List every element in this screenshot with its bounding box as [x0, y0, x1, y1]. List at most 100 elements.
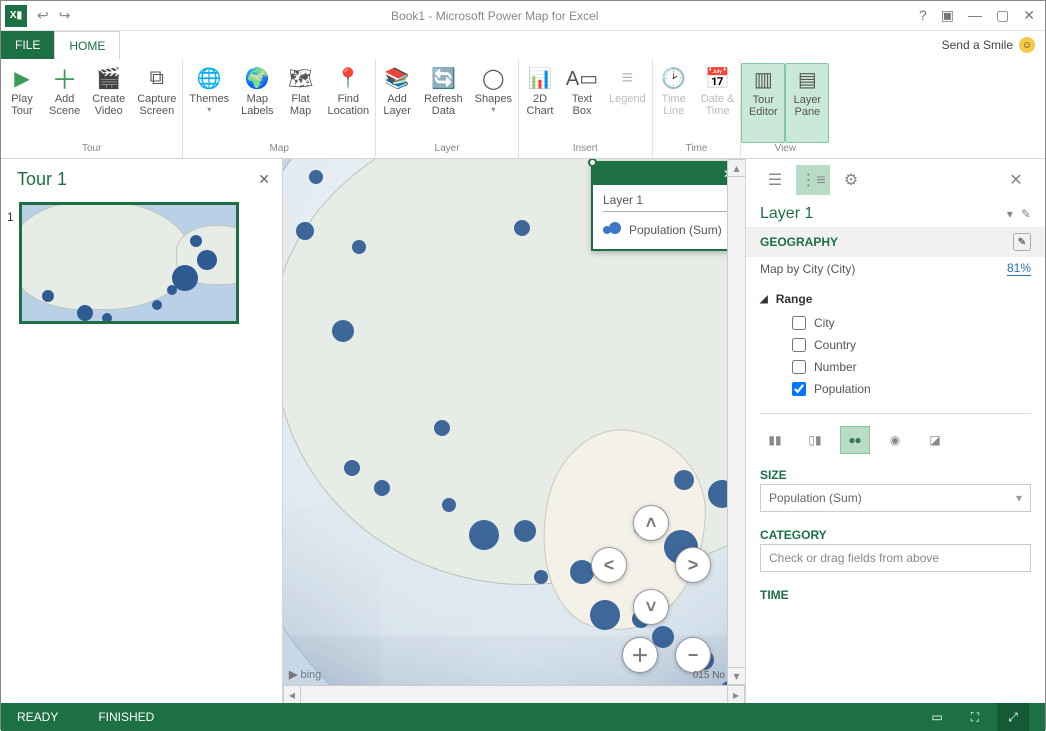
- chevron-down-icon: ▾: [1016, 491, 1022, 505]
- tour-pane-close-icon[interactable]: ✕: [258, 171, 270, 188]
- redo-icon[interactable]: ↪: [59, 7, 71, 24]
- ribbon: ▶Play Tour ＋Add Scene 🎬Create Video ⧉Cap…: [1, 59, 1045, 159]
- group-label-view: View: [775, 143, 797, 156]
- chart-type-region[interactable]: ◪: [920, 426, 950, 454]
- find-location-button[interactable]: 📍Find Location: [322, 63, 376, 143]
- flat-map-button[interactable]: 🗺Flat Map: [280, 63, 322, 143]
- tour-title: Tour 1: [17, 169, 258, 190]
- main-area: Tour 1 ✕ 1: [1, 159, 1045, 703]
- close-icon[interactable]: ✕: [1023, 7, 1035, 24]
- field-city-checkbox[interactable]: [792, 316, 806, 330]
- chart-type-bubble[interactable]: ⦁⦁: [840, 426, 870, 454]
- status-view-full[interactable]: ⤢: [997, 703, 1029, 731]
- add-layer-button[interactable]: 📚Add Layer: [376, 63, 418, 143]
- field-country[interactable]: Country: [776, 334, 1031, 356]
- layer-pane-close-icon[interactable]: ✕: [999, 165, 1033, 195]
- maximize-icon[interactable]: ▢: [996, 7, 1009, 24]
- add-scene-button[interactable]: ＋Add Scene: [43, 63, 86, 143]
- excel-app-icon: X▮: [5, 5, 27, 27]
- layer-dropdown-icon[interactable]: ▾: [1007, 207, 1013, 221]
- layer-pane-tabs: ☰ ⋮≡ ⚙ ✕: [746, 159, 1045, 201]
- nav-down-button[interactable]: ˅: [633, 589, 669, 625]
- map-horizontal-scrollbar[interactable]: ◂ ▸: [283, 685, 745, 703]
- title-bar: X▮ ↩ ↪ Book1 - Microsoft Power Map for E…: [1, 1, 1045, 31]
- splitter[interactable]: [746, 406, 1045, 420]
- range-heading[interactable]: ◢Range: [760, 292, 1031, 306]
- scroll-left-icon[interactable]: ◂: [283, 686, 301, 703]
- scroll-right-icon[interactable]: ▸: [727, 686, 745, 703]
- tour-editor-button[interactable]: ▥Tour Editor: [741, 63, 785, 143]
- text-box-button[interactable]: A▭Text Box: [561, 63, 603, 143]
- field-list: ◢Range City Country Number Population: [746, 286, 1045, 406]
- geo-match-percent[interactable]: 81%: [1007, 261, 1031, 276]
- edit-geography-icon[interactable]: ✎: [1013, 233, 1031, 251]
- smile-icon: ☺: [1019, 37, 1035, 53]
- 2d-chart-button[interactable]: 📊2D Chart: [519, 63, 561, 143]
- layer-edit-icon[interactable]: ✎: [1021, 207, 1031, 221]
- size-field-dropdown[interactable]: Population (Sum) ▾: [760, 484, 1031, 512]
- status-view-fit[interactable]: ⛶: [959, 703, 991, 731]
- scene-thumbnail[interactable]: 1: [19, 202, 276, 324]
- send-a-smile[interactable]: Send a Smile ☺: [932, 31, 1045, 59]
- zoom-in-button[interactable]: ＋: [622, 637, 658, 673]
- legend-bubble-icon: [603, 222, 621, 237]
- field-number-checkbox[interactable]: [792, 360, 806, 374]
- layer-pane: ☰ ⋮≡ ⚙ ✕ Layer 1 ▾ ✎ GEOGRAPHY ✎ Map by …: [745, 159, 1045, 703]
- create-video-button[interactable]: 🎬Create Video: [86, 63, 131, 143]
- tour-editor-pane: Tour 1 ✕ 1: [1, 159, 283, 703]
- map-labels-button[interactable]: 🌍Map Labels: [235, 63, 279, 143]
- chart-type-selector: ▮▮ ▯▮ ⦁⦁ ◉ ◪: [746, 420, 1045, 460]
- field-population[interactable]: Population: [776, 378, 1031, 400]
- nav-up-button[interactable]: ˄: [633, 505, 669, 541]
- tab-file[interactable]: FILE: [1, 31, 54, 59]
- chart-type-heatmap[interactable]: ◉: [880, 426, 910, 454]
- status-ready: READY: [17, 710, 58, 724]
- field-number[interactable]: Number: [776, 356, 1031, 378]
- map-vertical-scrollbar[interactable]: ▴ ▾: [727, 159, 745, 685]
- status-view-normal[interactable]: ▭: [921, 703, 953, 731]
- capture-screen-button[interactable]: ⧉Capture Screen: [131, 63, 182, 143]
- field-country-checkbox[interactable]: [792, 338, 806, 352]
- ribbon-group-time: 🕑Time Line 📅Date & Time Time: [653, 59, 742, 158]
- group-label-map: Map: [270, 143, 289, 156]
- nav-right-button[interactable]: ˃: [675, 547, 711, 583]
- time-line-button: 🕑Time Line: [653, 63, 695, 143]
- scroll-down-icon[interactable]: ▾: [728, 667, 745, 685]
- category-dropzone[interactable]: Check or drag fields from above: [760, 544, 1031, 572]
- chart-type-clustered-column[interactable]: ▯▮: [800, 426, 830, 454]
- field-city[interactable]: City: [776, 312, 1031, 334]
- layer-name: Layer 1: [760, 205, 999, 223]
- layer-pane-tab-layers[interactable]: ☰: [758, 165, 792, 195]
- tab-home[interactable]: HOME: [54, 31, 120, 59]
- collapse-icon[interactable]: ◢: [760, 294, 768, 305]
- ribbon-options-icon[interactable]: ▣: [941, 7, 954, 24]
- layer-pane-button[interactable]: ▤Layer Pane: [785, 63, 829, 143]
- map-copyright: 015 No: [693, 670, 725, 681]
- zoom-out-button[interactable]: −: [675, 637, 711, 673]
- help-icon[interactable]: ?: [919, 7, 927, 24]
- scene-number: 1: [7, 210, 14, 224]
- shapes-button[interactable]: ◯Shapes▾: [469, 63, 518, 143]
- chart-type-stacked-column[interactable]: ▮▮: [760, 426, 790, 454]
- map-legend[interactable]: ✕ Layer 1 Population (Sum): [591, 161, 741, 251]
- play-tour-button[interactable]: ▶Play Tour: [1, 63, 43, 143]
- ribbon-tabs: FILE HOME Send a Smile ☺: [1, 31, 1045, 59]
- bing-attribution: ▶bing: [289, 668, 321, 681]
- date-time-button: 📅Date & Time: [695, 63, 741, 143]
- layer-pane-tab-settings[interactable]: ⚙: [834, 165, 868, 195]
- themes-button[interactable]: 🌐Themes▾: [183, 63, 235, 143]
- layer-pane-tab-fields[interactable]: ⋮≡: [796, 165, 830, 195]
- refresh-data-button[interactable]: 🔄Refresh Data: [418, 63, 469, 143]
- window-title: Book1 - Microsoft Power Map for Excel: [70, 9, 919, 23]
- scroll-up-icon[interactable]: ▴: [728, 159, 745, 177]
- category-placeholder: Check or drag fields from above: [769, 551, 939, 565]
- send-smile-label: Send a Smile: [942, 38, 1013, 52]
- map-viewport[interactable]: ✕ Layer 1 Population (Sum) ˄ ˂ ˃ ˅ ＋ − ▶…: [283, 159, 745, 703]
- field-population-checkbox[interactable]: [792, 382, 806, 396]
- status-bar: READY FINISHED ▭ ⛶ ⤢: [1, 703, 1045, 731]
- group-label-insert: Insert: [573, 143, 598, 156]
- scene-thumb-image: [19, 202, 239, 324]
- nav-left-button[interactable]: ˂: [591, 547, 627, 583]
- undo-icon[interactable]: ↩: [37, 7, 49, 24]
- minimize-icon[interactable]: —: [968, 7, 982, 24]
